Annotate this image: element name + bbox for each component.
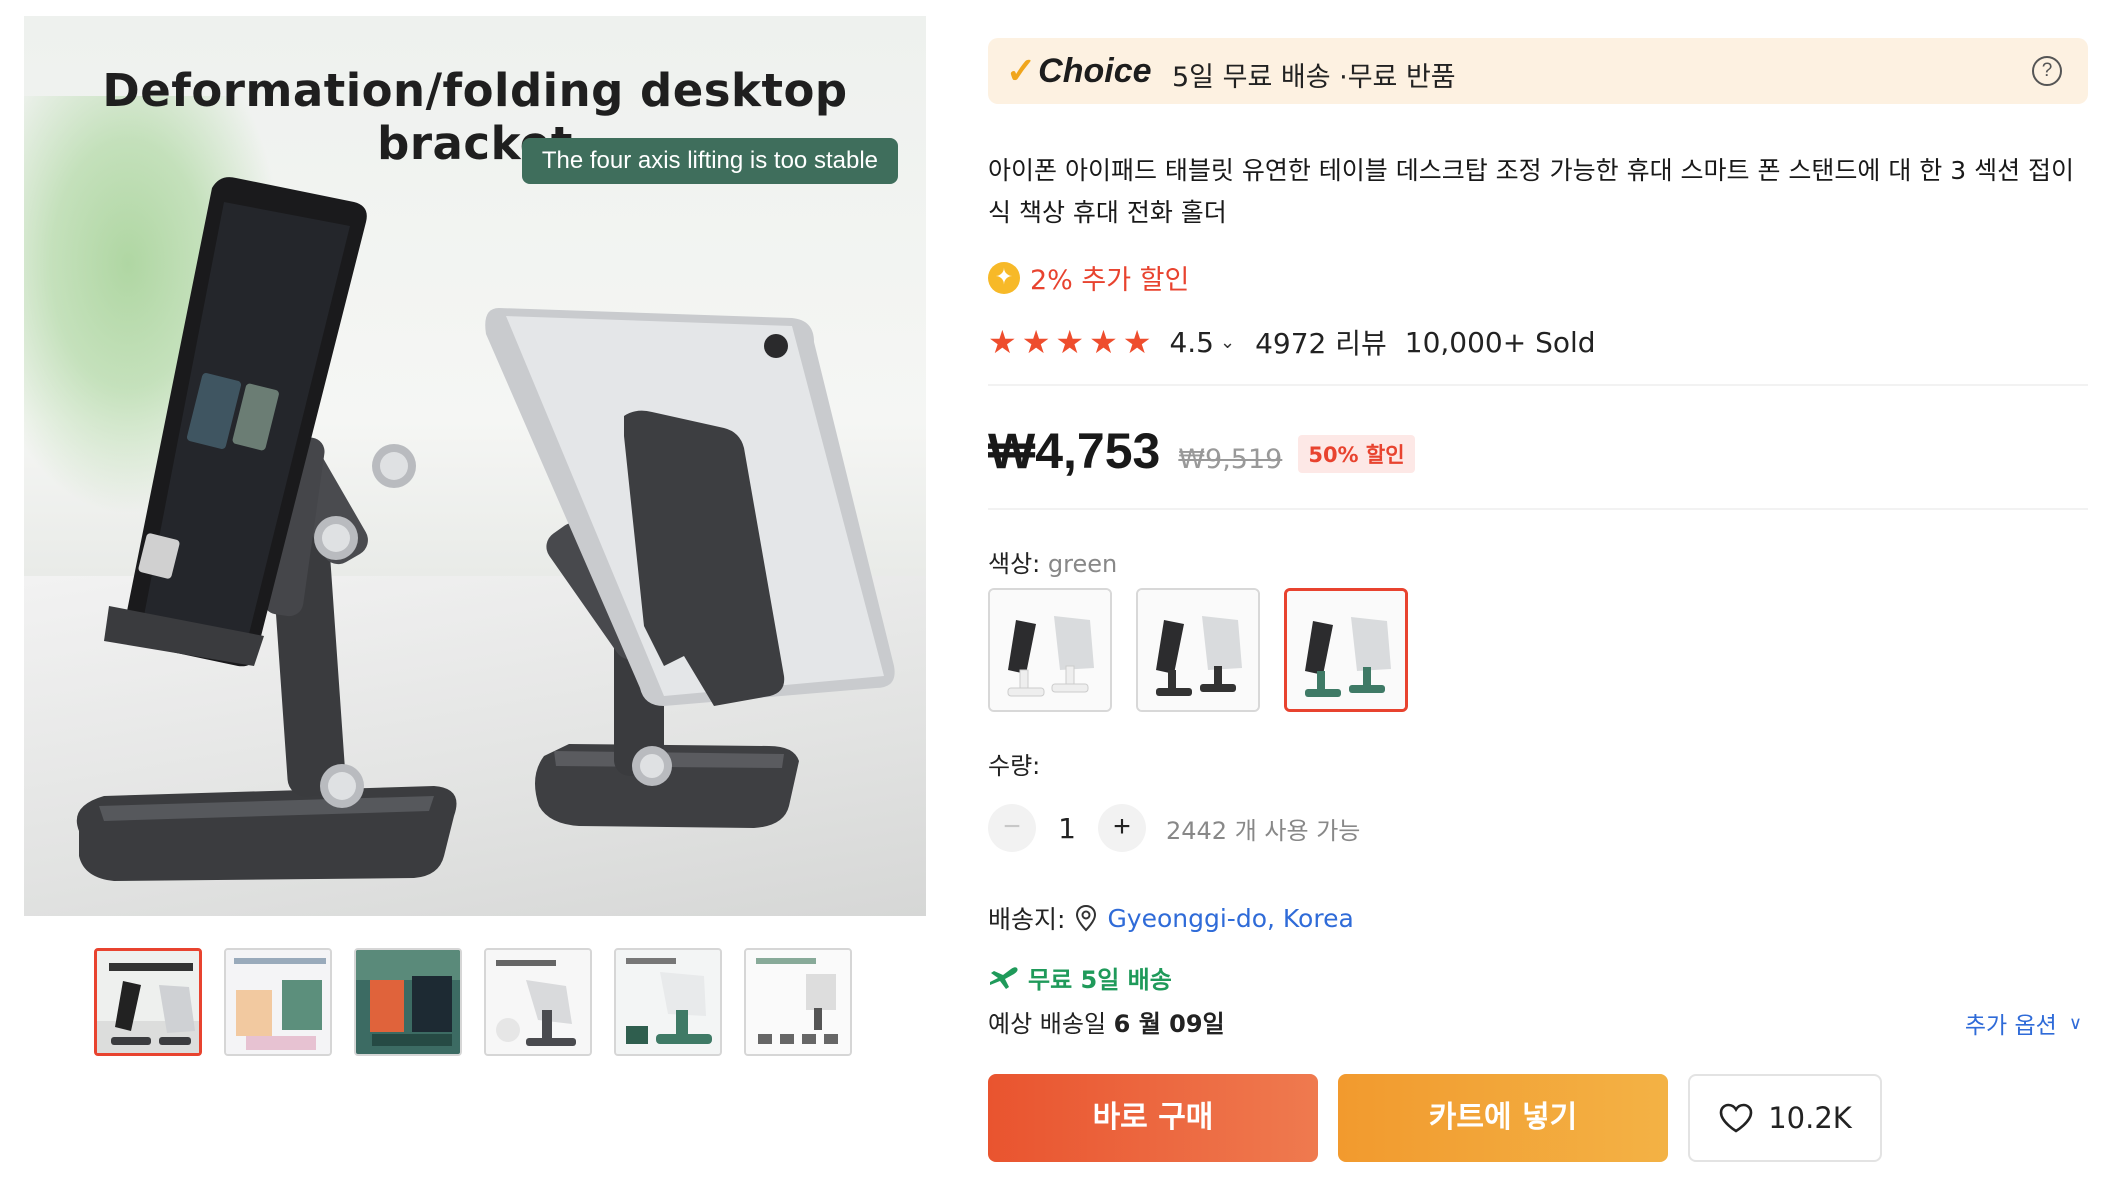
choice-shipping-text: 5일 무료 배송 ·무료 반품	[1172, 62, 1456, 93]
thumbnail-strip	[94, 948, 852, 1056]
star-icon: ★	[1055, 323, 1085, 361]
current-price: ₩4,753	[988, 423, 1161, 479]
sold-count: 10,000+ Sold	[1404, 325, 1596, 359]
ship-to-label: 배송지:	[988, 905, 1066, 934]
action-buttons: 바로 구매 카트에 넣기 10.2K	[988, 1074, 1882, 1162]
thumbnail-2-image	[226, 950, 330, 1054]
star-icon: ★	[1122, 323, 1152, 361]
divider	[988, 384, 2088, 386]
choice-logo: ✓ Choice	[1006, 50, 1152, 92]
product-illustration	[76, 177, 895, 881]
star-icon: ★	[988, 323, 1017, 361]
color-swatch-white[interactable]	[988, 588, 1112, 712]
buy-now-button[interactable]: 바로 구매	[988, 1074, 1318, 1162]
thumbnail-3[interactable]	[354, 948, 462, 1056]
thumbnail-6-image	[746, 950, 850, 1054]
free-shipping: 무료 5일 배송	[988, 960, 1172, 995]
color-label: 색상: green	[988, 544, 1117, 579]
coin-icon: ✦	[988, 261, 1020, 294]
quantity-decrease-button[interactable]: −	[988, 804, 1036, 852]
thumbnail-5[interactable]	[614, 948, 722, 1056]
location-pin-icon	[1076, 904, 1097, 932]
help-icon[interactable]: ?	[2032, 56, 2062, 86]
quantity-label: 수량:	[988, 752, 1041, 780]
thumbnail-1[interactable]	[94, 948, 202, 1056]
extra-discount-label: 2% 추가 할인	[1030, 265, 1190, 296]
thumbnail-6[interactable]	[744, 948, 852, 1056]
more-options-link[interactable]: 추가 옵션 ∨	[1965, 1006, 2082, 1040]
quantity-stepper: − 1 + 2442 개 사용 가능	[988, 804, 1360, 852]
white-stand-image	[990, 590, 1110, 710]
quantity-value[interactable]: 1	[1036, 812, 1098, 845]
eta-prefix: 예상 배송일	[988, 1010, 1114, 1038]
thumbnail-5-image	[616, 950, 720, 1054]
quantity-available: 2442 개 사용 가능	[1166, 816, 1361, 845]
delivery-estimate: 예상 배송일 6 월 09일	[988, 1004, 1225, 1039]
extra-discount[interactable]: ✦ 2% 추가 할인	[988, 258, 1189, 297]
airplane-icon	[990, 966, 1018, 989]
thumbnail-1-image	[97, 951, 199, 1053]
thumbnail-4-image	[486, 950, 590, 1054]
divider	[988, 508, 2088, 510]
star-icon: ★	[1089, 323, 1118, 361]
eta-date: 6 월 09일	[1113, 1010, 1225, 1038]
main-product-image[interactable]: Deformation/folding desktop bracket The …	[24, 16, 926, 916]
color-swatches	[988, 588, 1408, 712]
heart-icon	[1719, 1103, 1753, 1133]
checkmark-icon: ✓	[1006, 50, 1037, 91]
star-rating: ★ ★ ★ ★ ★	[988, 326, 1151, 358]
chevron-down-icon: ∨	[2068, 1012, 2082, 1034]
rating-row: ★ ★ ★ ★ ★ 4.5 ⌄ 4972 리뷰 10,000+ Sold	[988, 322, 1596, 362]
black-stand-image	[1138, 590, 1258, 710]
more-options-label: 추가 옵션	[1964, 1013, 2057, 1039]
thumbnail-2[interactable]	[224, 948, 332, 1056]
ship-to-row: 배송지: Gyeonggi-do, Korea	[988, 900, 1354, 936]
ship-to-location[interactable]: Gyeonggi-do, Korea	[1107, 904, 1353, 933]
color-swatch-black[interactable]	[1136, 588, 1260, 712]
star-icon: ★	[1021, 323, 1051, 361]
choice-logo-text: Choice	[1038, 51, 1152, 90]
add-to-cart-button[interactable]: 카트에 넣기	[1338, 1074, 1668, 1162]
color-selected-value: green	[1047, 550, 1118, 578]
thumbnail-3-image	[356, 950, 460, 1054]
choice-banner[interactable]: ✓ Choice 5일 무료 배송 ·무료 반품 ?	[988, 38, 2088, 104]
discount-badge: 50% 할인	[1298, 435, 1415, 473]
product-title: 아이폰 아이패드 태블릿 유연한 테이블 데스크탑 조정 가능한 휴대 스마트 …	[988, 156, 2075, 227]
original-price: ₩9,519	[1178, 444, 1283, 475]
free-shipping-label: 무료 5일 배송	[1028, 966, 1172, 994]
rating-value[interactable]: 4.5	[1169, 326, 1214, 359]
wishlist-count: 10.2K	[1768, 1101, 1852, 1135]
thumbnail-4[interactable]	[484, 948, 592, 1056]
chevron-down-icon[interactable]: ⌄	[1220, 332, 1235, 353]
color-swatch-green[interactable]	[1284, 588, 1408, 712]
price-row: ₩4,753 ₩9,519 50% 할인	[988, 422, 1415, 480]
wishlist-button[interactable]: 10.2K	[1688, 1074, 1882, 1162]
review-count[interactable]: 4972 리뷰	[1255, 322, 1387, 362]
quantity-increase-button[interactable]: +	[1098, 804, 1146, 852]
color-label-text: 색상:	[988, 550, 1048, 578]
green-stand-image	[1287, 591, 1405, 709]
